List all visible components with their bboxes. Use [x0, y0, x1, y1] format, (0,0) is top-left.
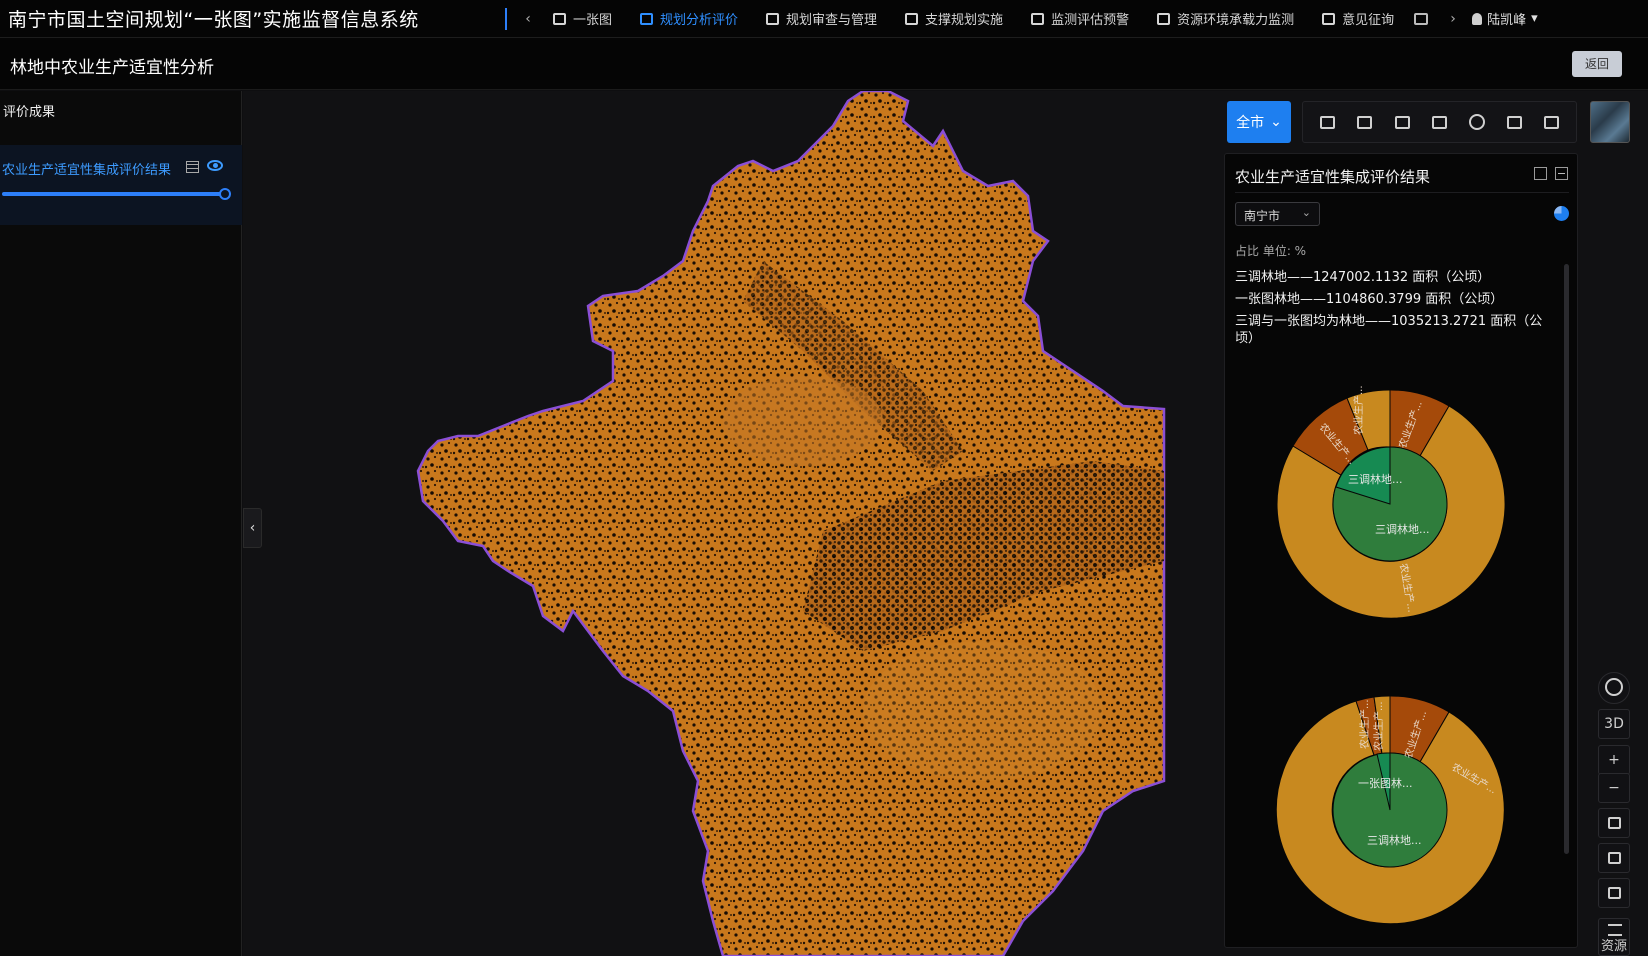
screenshot-button[interactable] [1598, 878, 1630, 908]
user-icon [1472, 12, 1483, 25]
fullscreen-button[interactable] [1598, 843, 1630, 873]
chevron-down-icon: ⌄ [1270, 114, 1282, 130]
layers-icon[interactable] [1354, 111, 1376, 133]
pie-charts: 三调林地... 三调林地... 农业生产... 农业生产... 农业生产... … [1225, 369, 1577, 947]
basemap-switcher[interactable] [1590, 101, 1630, 143]
app-title: 南宁市国土空间规划“一张图”实施监督信息系统 [8, 9, 419, 31]
nav-item-label: 意见征询 [1342, 13, 1395, 28]
inner-label: 三调林地... [1348, 472, 1403, 486]
nav-item-one-map[interactable]: 一张图 [539, 0, 626, 38]
back-button[interactable]: 返回 [1572, 51, 1622, 77]
city-select-value: 南宁市 [1244, 209, 1281, 223]
result-panel-title: 农业生产适宜性集成评价结果 [1235, 168, 1431, 186]
monitor-icon [1031, 12, 1045, 25]
image-icon [1607, 887, 1621, 899]
zoom-out-button[interactable]: − [1598, 773, 1630, 803]
expand-icon[interactable] [1534, 167, 1547, 180]
three-d-button[interactable]: 3D [1598, 709, 1630, 739]
home-icon [1607, 817, 1621, 829]
outer-label: 农业生产... [1352, 385, 1365, 435]
toolbox-icon[interactable] [1540, 111, 1562, 133]
left-panel-collapse-button[interactable]: ‹ [243, 508, 262, 548]
nav-divider [505, 7, 507, 30]
minimize-icon[interactable] [1555, 167, 1568, 180]
light-plain [863, 641, 1103, 781]
area-select-value: 全市 [1236, 115, 1265, 131]
nav-next-arrow[interactable]: › [1442, 11, 1464, 27]
user-gear-icon [905, 12, 919, 25]
nav-item-monitoring-warning[interactable]: 监测评估预警 [1017, 0, 1143, 38]
zoom-in-button[interactable]: + [1598, 745, 1630, 775]
nav-item-resource-capacity[interactable]: 资源环境承载力监测 [1143, 0, 1308, 38]
pie-chart-icon[interactable] [1554, 206, 1569, 221]
compass-button[interactable] [1598, 672, 1630, 704]
light-plain [723, 376, 883, 466]
user-name: 陆凯峰 [1487, 13, 1527, 28]
book-icon [553, 12, 566, 25]
nav-item-planning-review[interactable]: 规划审查与管理 [752, 0, 891, 38]
nav-item-label: 监测评估预警 [1051, 13, 1130, 28]
caret-down-icon: ▾ [1531, 11, 1538, 26]
inner-label: 三调林地... [1375, 522, 1430, 536]
eye-icon[interactable] [207, 160, 223, 171]
table-icon[interactable] [186, 161, 199, 173]
nav-prev-arrow[interactable]: ‹ [517, 11, 539, 27]
inner-label: 一张图林... [1358, 776, 1413, 790]
chevron-down-icon: ⌄ [1301, 206, 1311, 219]
briefcase-icon [640, 12, 654, 25]
top-bar: 南宁市国土空间规划“一张图”实施监督信息系统 ‹ 一张图 规划分析评价 规划审查… [0, 0, 1648, 38]
result-panel: 农业生产适宜性集成评价结果 南宁市 ⌄ 占比 单位: % 三调林地——12470… [1224, 153, 1578, 948]
nav-item-label: 资源环境承载力监测 [1177, 13, 1295, 28]
page-title: 林地中农业生产适宜性分析 [10, 58, 214, 78]
image-icon[interactable] [1503, 111, 1525, 133]
edit-icon [766, 12, 780, 25]
window-icon[interactable] [1414, 12, 1429, 25]
map-tool-strip [1302, 101, 1577, 143]
nav-item-label: 支撑规划实施 [925, 13, 1004, 28]
main-nav: 一张图 规划分析评价 规划审查与管理 支撑规划实施 监测评估预警 资源环境承载力… [539, 0, 1408, 38]
inner-label: 三调林地... [1367, 833, 1422, 847]
home-button[interactable] [1598, 808, 1630, 838]
form-icon [1322, 12, 1336, 25]
pie-chart-2: 一张图林... 三调林地... 农业生产... 农业生产... 农业生产... … [1275, 695, 1505, 925]
compass-icon [1605, 678, 1623, 696]
left-panel: 评价成果 农业生产适宜性集成评价结果 [0, 91, 242, 956]
nav-item-label: 规划审查与管理 [786, 13, 878, 28]
resource-button[interactable]: 资源 [1598, 918, 1630, 956]
layer-item[interactable]: 农业生产适宜性集成评价结果 [0, 145, 242, 225]
user-menu[interactable]: 陆凯峰 ▾ [1472, 9, 1538, 28]
stat-item: 三调与一张图均为林地——1035213.2721 面积（公顷） [1235, 314, 1543, 346]
nav-item-consultation[interactable]: 意见征询 [1308, 0, 1408, 38]
nav-item-label: 规划分析评价 [660, 13, 739, 28]
left-panel-heading: 评价成果 [3, 105, 56, 120]
stat-item: 三调林地——1247002.1132 面积（公顷） [1235, 270, 1491, 285]
city-select[interactable]: 南宁市 ⌄ [1235, 202, 1320, 226]
pie-chart-1: 三调林地... 三调林地... 农业生产... 农业生产... 农业生产... … [1276, 385, 1506, 619]
stats-list: 三调林地——1247002.1132 面积（公顷） 一张图林地——1104860… [1235, 269, 1555, 352]
nav-item-planning-analysis[interactable]: 规划分析评价 [626, 0, 752, 38]
sub-header: 林地中农业生产适宜性分析 返回 [0, 38, 1648, 90]
info-icon[interactable] [1466, 111, 1488, 133]
outer-label: 农业生产... [1372, 701, 1385, 751]
layers-stack-icon[interactable] [1391, 111, 1413, 133]
nav-item-label: 一张图 [573, 13, 613, 28]
area-select[interactable]: 全市 ⌄ [1227, 101, 1291, 143]
fullscreen-icon [1607, 852, 1621, 864]
outer-label: 农业生产... [1358, 699, 1371, 749]
monitor-icon [1157, 12, 1171, 25]
nav-item-planning-support[interactable]: 支撑规划实施 [891, 0, 1017, 38]
layer-name[interactable]: 农业生产适宜性集成评价结果 [2, 159, 171, 178]
stat-item: 一张图林地——1104860.3799 面积（公顷） [1235, 292, 1504, 307]
layout-icon[interactable] [1428, 111, 1450, 133]
opacity-slider-handle[interactable] [219, 188, 231, 200]
divider [1235, 192, 1569, 193]
opacity-slider[interactable] [2, 192, 224, 196]
unit-text: 占比 单位: % [1235, 244, 1307, 258]
list-icon[interactable] [1317, 111, 1339, 133]
